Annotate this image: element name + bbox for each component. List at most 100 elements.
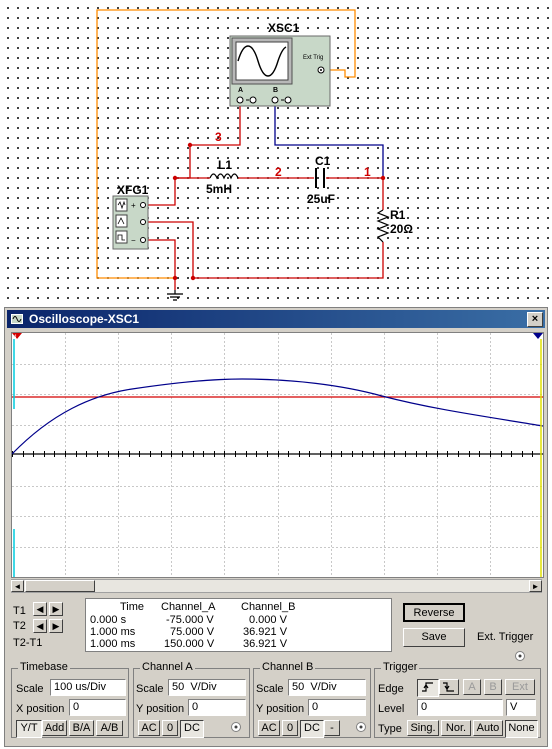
trigger-source-b-button[interactable]: B bbox=[484, 679, 502, 695]
timebase-scale-label: Scale bbox=[16, 683, 44, 695]
scope-name-label: XSC1 bbox=[268, 21, 300, 35]
readout-cell: 1.000 ms bbox=[90, 638, 136, 650]
trigger-source-ext-button[interactable]: Ext bbox=[505, 679, 535, 695]
trigger-title: Trigger bbox=[381, 661, 420, 673]
trigger-none-button[interactable]: None bbox=[505, 720, 538, 738]
channel-a-terminal-icon[interactable] bbox=[230, 721, 242, 733]
resistor-r1[interactable] bbox=[376, 209, 390, 243]
readout-cell: 36.921 V bbox=[243, 626, 288, 638]
window-title: Oscilloscope-XSC1 bbox=[29, 312, 140, 326]
mode-ba-button[interactable]: B/A bbox=[69, 720, 94, 736]
channel-b-scale-label: Scale bbox=[256, 683, 284, 695]
mode-ab-button[interactable]: A/B bbox=[96, 720, 123, 736]
channel-a-zero-button[interactable]: 0 bbox=[162, 720, 178, 736]
timebase-scale-field[interactable]: 100 us/Div bbox=[50, 679, 126, 696]
close-icon[interactable]: × bbox=[527, 312, 543, 327]
scroll-thumb[interactable] bbox=[25, 580, 95, 592]
inductor-l1[interactable] bbox=[209, 173, 239, 180]
oscilloscope-xsc1-icon[interactable] bbox=[229, 35, 331, 107]
channel-b-zero-button[interactable]: 0 bbox=[282, 720, 298, 736]
oscilloscope-app-icon bbox=[11, 314, 23, 324]
readout-header: Channel_A bbox=[161, 601, 216, 613]
trigger-level-unit-field[interactable]: V bbox=[506, 699, 536, 716]
scroll-left-icon[interactable]: ◄ bbox=[11, 580, 24, 592]
trigger-type-label: Type bbox=[378, 723, 402, 735]
inductor-name-label: L1 bbox=[218, 158, 233, 172]
trigger-normal-button[interactable]: Nor. bbox=[441, 720, 471, 736]
rising-edge-icon[interactable] bbox=[417, 679, 439, 697]
trigger-single-button[interactable]: Sing. bbox=[407, 720, 439, 736]
schematic-canvas[interactable]: + − XSC1 Ext Trig A B XFG1 L1 5mH C1 25u… bbox=[0, 0, 552, 305]
capacitor-value-label: 25uF bbox=[307, 192, 336, 206]
channel-a-ypos-field[interactable]: 0 bbox=[188, 699, 246, 716]
resistor-value-label: 20Ω bbox=[390, 222, 413, 236]
readout-cell: 0.000 V bbox=[249, 614, 287, 626]
mode-yt-button[interactable]: Y/T bbox=[16, 720, 42, 738]
ext-trigger-label: Ext. Trigger bbox=[477, 631, 534, 643]
channel-b-scale-field[interactable]: 50 V/Div bbox=[288, 679, 366, 696]
trigger-source-a-button[interactable]: A bbox=[463, 679, 481, 695]
window-titlebar[interactable]: Oscilloscope-XSC1 × bbox=[7, 310, 545, 328]
scope-plot: 1 bbox=[12, 333, 543, 577]
function-generator-xfg1-icon[interactable]: + − bbox=[112, 195, 149, 250]
svg-text:+: + bbox=[131, 201, 136, 210]
channel-a-ypos-label: Y position bbox=[136, 703, 185, 715]
scope-a-label: A bbox=[238, 87, 244, 94]
channel-b-terminal-icon[interactable] bbox=[355, 721, 367, 733]
reverse-button[interactable]: Reverse bbox=[403, 603, 465, 622]
x-position-field[interactable]: 0 bbox=[69, 699, 126, 716]
trigger-level-label: Level bbox=[378, 703, 405, 715]
readout-cell: 0.000 s bbox=[90, 614, 127, 626]
channel-a-dc-button[interactable]: DC bbox=[180, 720, 204, 738]
channel-b-trace bbox=[12, 378, 543, 455]
t1-right-arrow-icon[interactable]: ▶ bbox=[49, 602, 63, 616]
channel-a-title: Channel A bbox=[140, 661, 195, 673]
trigger-level-field[interactable]: 0 bbox=[417, 699, 503, 716]
readout-cell: 75.000 V bbox=[170, 626, 215, 638]
channel-a-ac-button[interactable]: AC bbox=[138, 720, 160, 736]
x-position-label: X position bbox=[16, 703, 65, 715]
readout-cell: 36.921 V bbox=[243, 638, 288, 650]
trigger-edge-label: Edge bbox=[378, 683, 404, 695]
channel-b-minus-button[interactable]: - bbox=[324, 720, 340, 736]
capacitor-name-label: C1 bbox=[315, 154, 331, 168]
cursor-readout-table: Time Channel_A Channel_B 0.000 s -75.000… bbox=[85, 598, 392, 652]
oscilloscope-window: Oscilloscope-XSC1 × 1 ◄ ► T1 ◀ ▶ T2 ◀ ▶ … bbox=[4, 307, 548, 747]
inductor-value-label: 5mH bbox=[206, 182, 233, 196]
timebase-title: Timebase bbox=[18, 661, 70, 673]
channel-b-ac-button[interactable]: AC bbox=[258, 720, 280, 736]
node-3-label: 3 bbox=[215, 130, 222, 144]
readout-cell: -75.000 V bbox=[166, 614, 214, 626]
channel-a-scale-label: Scale bbox=[136, 683, 164, 695]
t2-t1-label: T2-T1 bbox=[13, 637, 43, 649]
node-1-label: 1 bbox=[364, 165, 371, 179]
ext-trigger-terminal-icon[interactable] bbox=[514, 650, 526, 662]
readout-cell: 1.000 ms bbox=[90, 626, 136, 638]
channel-b-title: Channel B bbox=[260, 661, 316, 673]
falling-edge-icon[interactable] bbox=[439, 679, 459, 695]
svg-text:−: − bbox=[131, 236, 136, 245]
horizontal-scrollbar[interactable]: ◄ ► bbox=[11, 579, 542, 593]
t1-label: T1 bbox=[13, 605, 26, 617]
scope-display[interactable]: 1 bbox=[11, 332, 544, 578]
channel-a-scale-field[interactable]: 50 V/Div bbox=[168, 679, 246, 696]
t1-left-arrow-icon[interactable]: ◀ bbox=[33, 602, 47, 616]
channel-b-dc-button[interactable]: DC bbox=[300, 720, 324, 738]
node-2-label: 2 bbox=[275, 165, 282, 179]
scope-b-label: B bbox=[273, 87, 279, 94]
trigger-auto-button[interactable]: Auto bbox=[473, 720, 503, 736]
t2-left-arrow-icon[interactable]: ◀ bbox=[33, 619, 47, 633]
mode-add-button[interactable]: Add bbox=[42, 720, 67, 736]
readout-header: Channel_B bbox=[241, 601, 296, 613]
t2-right-arrow-icon[interactable]: ▶ bbox=[49, 619, 63, 633]
t2-label: T2 bbox=[13, 620, 26, 632]
channel-b-ypos-field[interactable]: 0 bbox=[308, 699, 366, 716]
ext-trig-label: Ext Trig bbox=[303, 55, 324, 61]
scroll-right-icon[interactable]: ► bbox=[529, 580, 542, 592]
channel-b-ypos-label: Y position bbox=[256, 703, 305, 715]
resistor-name-label: R1 bbox=[390, 208, 406, 222]
capacitor-c1[interactable] bbox=[315, 168, 325, 188]
cursor-t2-marker bbox=[533, 333, 543, 339]
save-button[interactable]: Save bbox=[403, 628, 465, 647]
fg-name-label: XFG1 bbox=[117, 183, 149, 197]
